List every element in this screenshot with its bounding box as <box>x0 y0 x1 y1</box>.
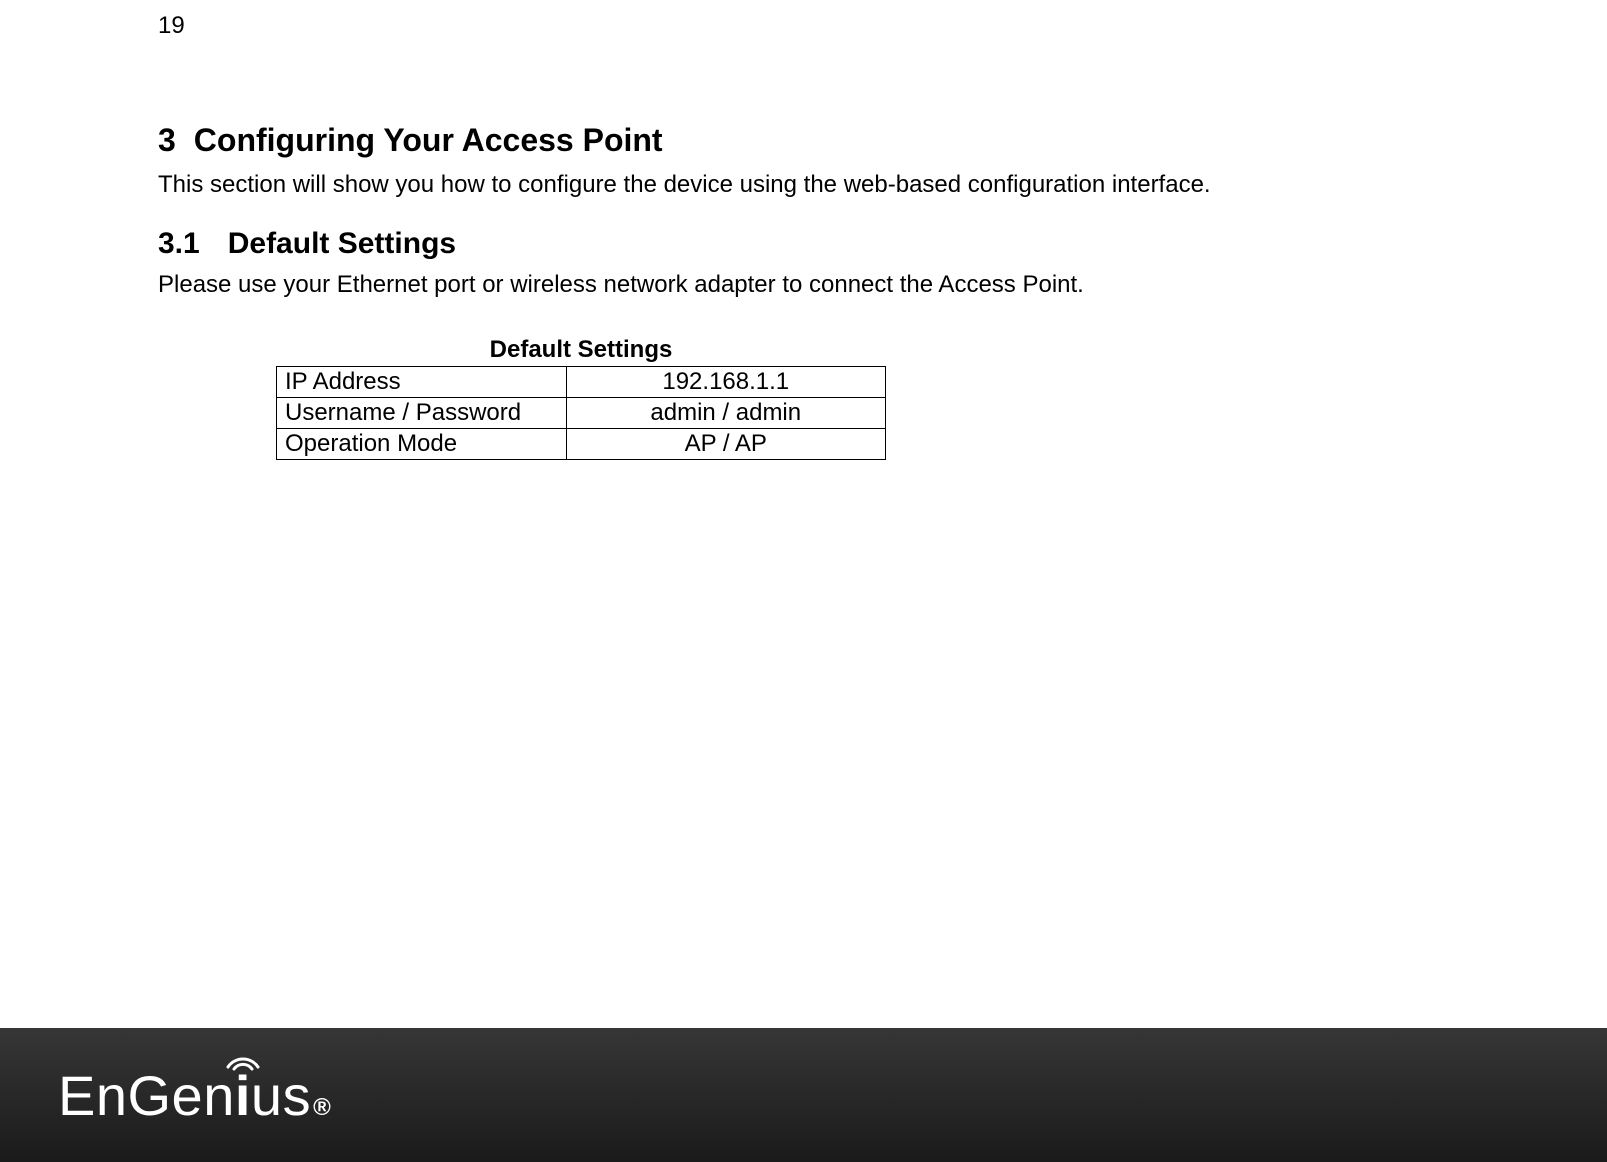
default-settings-table-wrap: Default Settings IP Address 192.168.1.1 … <box>276 336 1449 460</box>
table-cell-value: admin / admin <box>566 397 885 428</box>
table-row: IP Address 192.168.1.1 <box>277 366 886 397</box>
table-cell-label: Operation Mode <box>277 428 567 459</box>
subsection-intro: Please use your Ethernet port or wireles… <box>158 269 1449 301</box>
table-cell-label: Username / Password <box>277 397 567 428</box>
subsection-title: Default Settings <box>228 227 456 261</box>
wifi-icon <box>224 1045 262 1071</box>
section-heading: 3 Configuring Your Access Point <box>158 122 1449 159</box>
subsection-number: 3.1 <box>158 227 200 261</box>
page-number: 19 <box>158 12 185 40</box>
brand-logo-text: EnGeni us <box>58 1063 311 1128</box>
registered-mark: ® <box>313 1094 331 1122</box>
section-title: Configuring Your Access Point <box>194 122 663 159</box>
table-row: Username / Password admin / admin <box>277 397 886 428</box>
page-footer: EnGeni us® <box>0 1028 1607 1162</box>
subsection-heading: 3.1 Default Settings <box>158 227 1449 261</box>
page-content: 3 Configuring Your Access Point This sec… <box>158 122 1449 460</box>
brand-logo: EnGeni us® <box>58 1063 331 1128</box>
table-cell-value: 192.168.1.1 <box>566 366 885 397</box>
table-cell-value: AP / AP <box>566 428 885 459</box>
section-intro: This section will show you how to config… <box>158 169 1449 201</box>
section-number: 3 <box>158 122 176 159</box>
table-cell-label: IP Address <box>277 366 567 397</box>
table-row: Operation Mode AP / AP <box>277 428 886 459</box>
default-settings-table: IP Address 192.168.1.1 Username / Passwo… <box>276 366 886 460</box>
table-caption: Default Settings <box>276 336 886 364</box>
